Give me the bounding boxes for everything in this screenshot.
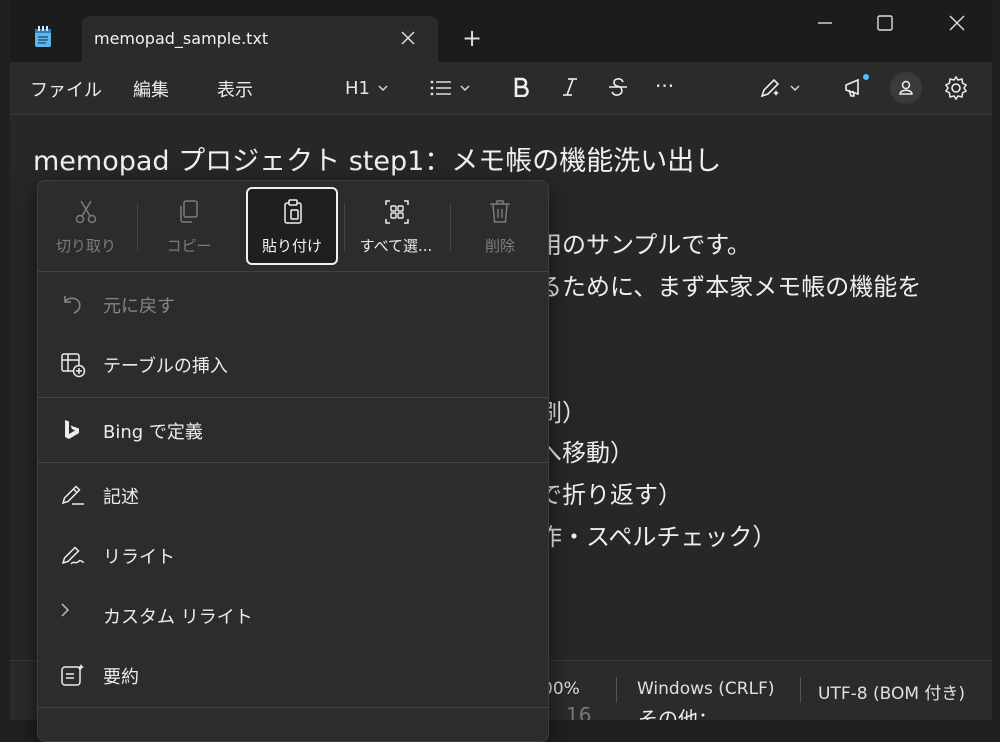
close-tab-icon[interactable] (400, 30, 416, 46)
account-button[interactable] (890, 72, 922, 104)
bing-define-item[interactable]: Bing で定義 (38, 403, 548, 457)
close-window-icon[interactable] (942, 8, 972, 38)
chevron-down-icon (378, 85, 388, 91)
bold-icon[interactable] (513, 77, 529, 97)
tab-memopad-sample[interactable]: memopad_sample.txt (82, 16, 438, 62)
custom-rewrite-label: カスタム リライト (103, 607, 253, 628)
paste-button[interactable]: 貼り付け (246, 187, 338, 265)
status-divider (800, 677, 801, 703)
summarize-label: 要約 (103, 667, 139, 688)
bing-icon (65, 420, 79, 439)
notification-dot (863, 74, 869, 80)
text-line: へ移動） (538, 439, 634, 467)
gear-icon[interactable] (943, 75, 969, 101)
quick-action-divider (450, 203, 451, 251)
heading-label: H1 (345, 77, 370, 99)
menu-divider (38, 397, 548, 398)
menu-divider (38, 707, 548, 708)
quick-action-divider (137, 203, 138, 251)
copy-icon (180, 200, 198, 223)
copy-button[interactable]: コピー (141, 187, 237, 265)
menu-file[interactable]: ファイル (30, 76, 102, 102)
chevron-down-icon (460, 85, 470, 91)
minimize-icon[interactable] (810, 8, 840, 38)
account-icon (899, 80, 913, 95)
undo-label: 元に戻す (103, 296, 175, 317)
cut-label: 切り取り (55, 237, 116, 255)
italic-icon[interactable] (561, 77, 579, 97)
trash-icon (490, 200, 510, 223)
maximize-icon[interactable] (870, 8, 900, 38)
select-all-label: すべて選... (359, 237, 433, 255)
copilot-dropdown[interactable] (758, 74, 800, 102)
insert-table-label: テーブルの挿入 (103, 356, 228, 377)
status-divider (616, 677, 617, 703)
new-tab-button[interactable]: + (462, 26, 482, 50)
strikethrough-icon[interactable] (608, 77, 628, 97)
rewrite-item[interactable]: リライト (38, 528, 548, 582)
more-options-button[interactable]: ··· (655, 72, 674, 100)
rewrite-icon (61, 546, 85, 565)
document-title-line: memopad プロジェクト step1：メモ帳の機能洗い出し (33, 146, 722, 177)
rewrite-label: リライト (103, 547, 175, 568)
heading-dropdown[interactable]: H1 (345, 74, 388, 102)
text-line: 作・スペルチェック） (538, 523, 777, 551)
menu-divider (38, 271, 548, 272)
write-item[interactable]: 記述 (38, 468, 548, 522)
encoding[interactable]: UTF-8 (BOM 付き) (818, 679, 965, 704)
select-all-icon (385, 200, 409, 224)
cut-button[interactable]: 切り取り (38, 187, 134, 265)
menu-edit[interactable]: 編集 (133, 76, 169, 102)
summarize-item[interactable]: 要約 (38, 648, 548, 702)
pen-sparkle-icon (760, 78, 780, 98)
summarize-icon (61, 664, 84, 686)
line-number: 16 (566, 703, 592, 720)
chevron-down-icon (790, 85, 800, 91)
text-line: るために、まず本家メモ帳の機能を (538, 273, 922, 301)
delete-label: 削除 (484, 237, 515, 255)
undo-item[interactable]: 元に戻す (38, 277, 548, 331)
paste-label: 貼り付け (261, 237, 322, 255)
delete-button[interactable]: 削除 (452, 187, 548, 265)
text-line: 用のサンプルです。 (538, 231, 751, 259)
select-all-button[interactable]: すべて選... (348, 187, 444, 265)
quick-action-divider (344, 203, 345, 251)
tab-title: memopad_sample.txt (94, 29, 269, 48)
chevron-right-icon (61, 603, 70, 617)
clipboard-icon (284, 199, 302, 224)
toolbar: ファイル 編集 表示 H1 ··· (10, 62, 992, 115)
menu-view[interactable]: 表示 (217, 76, 253, 102)
write-label: 記述 (103, 487, 139, 508)
bulleted-list-icon (430, 80, 451, 96)
pen-write-icon (61, 485, 84, 505)
bing-define-label: Bing で定義 (103, 422, 203, 443)
line-ending[interactable]: Windows (CRLF) (637, 679, 775, 699)
copy-label: コピー (166, 237, 212, 255)
notepad-app-icon (35, 26, 51, 47)
scissors-icon (75, 200, 97, 224)
list-dropdown[interactable] (430, 74, 470, 102)
text-line: で折り返す） (538, 481, 682, 509)
text-line: その他： (638, 707, 718, 720)
menu-divider (38, 462, 548, 463)
table-insert-icon (61, 353, 86, 378)
custom-rewrite-item[interactable]: カスタム リライト (38, 588, 548, 642)
title-bar: memopad_sample.txt + (10, 0, 992, 62)
undo-icon (64, 296, 81, 314)
insert-table-item[interactable]: テーブルの挿入 (38, 337, 548, 391)
megaphone-icon[interactable] (842, 74, 870, 102)
context-menu: 切り取り コピー 貼り付け すべて選... 削除 元に戻す テーブルの挿入 Bi… (37, 180, 549, 742)
